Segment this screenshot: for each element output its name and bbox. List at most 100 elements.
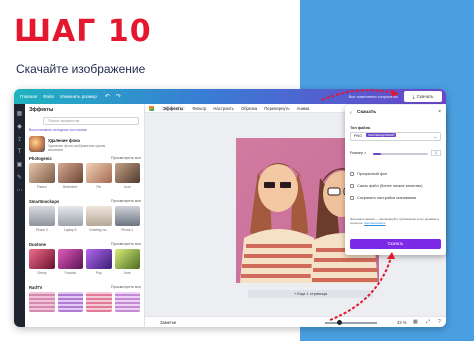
effect-label: Phone 3 (35, 228, 48, 232)
step-subtitle: Скачайте изображение (16, 62, 146, 76)
size-label: Размер × (350, 151, 367, 155)
toolbar-flip[interactable]: Перевернуть (264, 106, 289, 111)
file-type-select[interactable]: PNG РЕКОМЕНДУЕМЫЙ ⌄ (350, 132, 441, 141)
checkbox[interactable] (350, 196, 354, 200)
effect-label: Lime (123, 271, 131, 275)
effect-tile-pin[interactable] (86, 163, 112, 183)
compress-option[interactable]: Сжать файл (более низкое качество) (350, 184, 423, 188)
effect-tile-radtv-3[interactable] (86, 292, 112, 312)
editor-bottombar: Заметки 43 % ▦ ⤢ ? (145, 316, 446, 327)
schedule-link[interactable]: Запланировать (364, 221, 385, 225)
file-type-value: PNG (354, 134, 363, 138)
effect-tile-laptop-5[interactable] (57, 206, 83, 226)
background-remover-title: Удаление фона (48, 138, 80, 143)
zoom-slider-handle[interactable] (337, 320, 342, 325)
left-sidebar-rail: ▦ ◆ ⇪ T ▣ ✎ ⋯ (14, 104, 25, 327)
section-title: RadTV (29, 285, 43, 290)
effect-tile-radtv-4[interactable] (114, 292, 140, 312)
size-slider-fill (373, 153, 382, 155)
effects-panel-heading: Эффекты (29, 107, 54, 113)
fullscreen-icon[interactable]: ⤢ (426, 319, 430, 325)
effect-tile-fresco[interactable] (29, 163, 55, 183)
add-page-button[interactable]: + Еще 1 страница (248, 290, 373, 298)
help-icon[interactable]: ? (438, 319, 441, 325)
option-label: Прозрачный фон (357, 172, 388, 176)
see-all-link[interactable]: Просмотреть все (111, 156, 141, 160)
section-title: Photogenic (29, 156, 52, 161)
see-all-link[interactable]: Просмотреть все (111, 242, 141, 246)
effects-panel: Эффекты Поиск эффектов Восстановить исхо… (25, 104, 145, 327)
photos-icon[interactable]: ▣ (14, 161, 25, 168)
effect-label: Laptop 5 (64, 228, 77, 232)
effects-search-input[interactable]: Поиск эффектов (43, 117, 139, 125)
section-duotone: Duotone Просмотреть все Cherry Fuschia P… (29, 242, 141, 282)
download-button[interactable]: ⤓ Скачать (404, 91, 442, 102)
step-title: ШАГ 10 (14, 14, 152, 49)
menu-resize[interactable]: Изменить размер (60, 94, 97, 99)
effect-tile-fuschia[interactable] (57, 249, 83, 269)
checkbox[interactable] (350, 172, 354, 176)
section-title: Duotone (29, 242, 46, 247)
checkbox[interactable] (350, 184, 354, 188)
effect-label: Fuschia (64, 271, 76, 275)
redo-icon[interactable]: ↷ (116, 93, 121, 100)
toolbar-effects[interactable]: Эффекты (161, 105, 186, 111)
back-icon[interactable]: ‹ (350, 110, 352, 116)
zoom-level: 43 % (397, 320, 407, 325)
section-title: Smartmockups (29, 199, 60, 204)
menu-file[interactable]: Файл (43, 94, 54, 99)
templates-icon[interactable]: ▦ (14, 110, 25, 117)
transparent-bg-option[interactable]: Прозрачный фон (350, 172, 387, 176)
effect-tile-lime[interactable] (114, 249, 140, 269)
color-swatch-icon[interactable] (149, 105, 154, 111)
background-remover-thumb (29, 136, 45, 152)
download-panel: ‹ Скачать × Тип файла PNG РЕКОМЕНДУЕМЫЙ … (345, 105, 446, 255)
effect-tile-phone-1[interactable] (114, 206, 140, 226)
effect-tile-greeting-card[interactable] (86, 206, 112, 226)
notes-button[interactable]: Заметки (160, 320, 176, 325)
see-all-link[interactable]: Просмотреть все (111, 285, 141, 289)
tutorial-slide: { "slide": { "step_title": "ШАГ 10", "st… (0, 0, 474, 341)
apps-icon[interactable]: ⋯ (14, 187, 25, 194)
section-photogenic: Photogenic Просмотреть все Fresco Belved… (29, 156, 141, 196)
restore-original-link[interactable]: Восстановить исходное состояние (29, 128, 87, 132)
menu-home[interactable]: Главная (20, 94, 37, 99)
save-status: Все изменения сохранены (348, 94, 398, 99)
panel-download-button[interactable]: Скачать (350, 239, 441, 249)
effect-tile-luxe[interactable] (114, 163, 140, 183)
size-value-input[interactable]: 1 (431, 150, 441, 156)
effect-tile-pop[interactable] (86, 249, 112, 269)
uploads-icon[interactable]: ⇪ (14, 136, 25, 143)
effect-label: Pop (95, 271, 102, 275)
editor-topbar: Главная Файл Изменить размер ↶ ↷ Все изм… (14, 89, 446, 104)
save-settings-option[interactable]: Сохранить настройки скачивания (350, 196, 416, 200)
size-slider[interactable] (373, 153, 428, 155)
option-label: Сохранить настройки скачивания (357, 196, 417, 200)
toolbar-crop[interactable]: Обрезка (241, 106, 257, 111)
recommended-badge: РЕКОМЕНДУЕМЫЙ (366, 133, 397, 137)
toolbar-adjust[interactable]: Настроить (213, 106, 233, 111)
background-remover-description: Удаление фона изображения одним касанием (48, 144, 106, 153)
text-icon[interactable]: T (14, 149, 25, 155)
toolbar-animate[interactable]: Анима (297, 106, 310, 111)
toolbar-filter[interactable]: Фильтр (192, 106, 206, 111)
effect-label: Luxe (123, 185, 131, 189)
effect-tile-belvedere[interactable] (57, 163, 83, 183)
effect-label: Phone 1 (121, 228, 134, 232)
close-icon[interactable]: × (438, 109, 441, 115)
effect-tile-phone-3[interactable] (29, 206, 55, 226)
effect-tile-cherry[interactable] (29, 249, 55, 269)
pages-grid-icon[interactable]: ▦ (413, 319, 418, 325)
download-icon: ⤓ (412, 94, 415, 99)
styles-icon[interactable]: ✎ (14, 174, 25, 181)
option-label: Сжать файл (более низкое качество) (357, 184, 423, 188)
effect-tile-radtv-1[interactable] (29, 292, 55, 312)
effect-tile-radtv-2[interactable] (57, 292, 83, 312)
effect-label: Pin (96, 185, 102, 189)
section-smartmockups: Smartmockups Просмотреть все Phone 3 Lap… (29, 199, 141, 239)
elements-icon[interactable]: ◆ (14, 123, 25, 130)
undo-icon[interactable]: ↶ (105, 93, 110, 100)
file-type-label: Тип файла (350, 126, 371, 130)
zoom-slider[interactable] (325, 322, 377, 324)
see-all-link[interactable]: Просмотреть все (111, 199, 141, 203)
